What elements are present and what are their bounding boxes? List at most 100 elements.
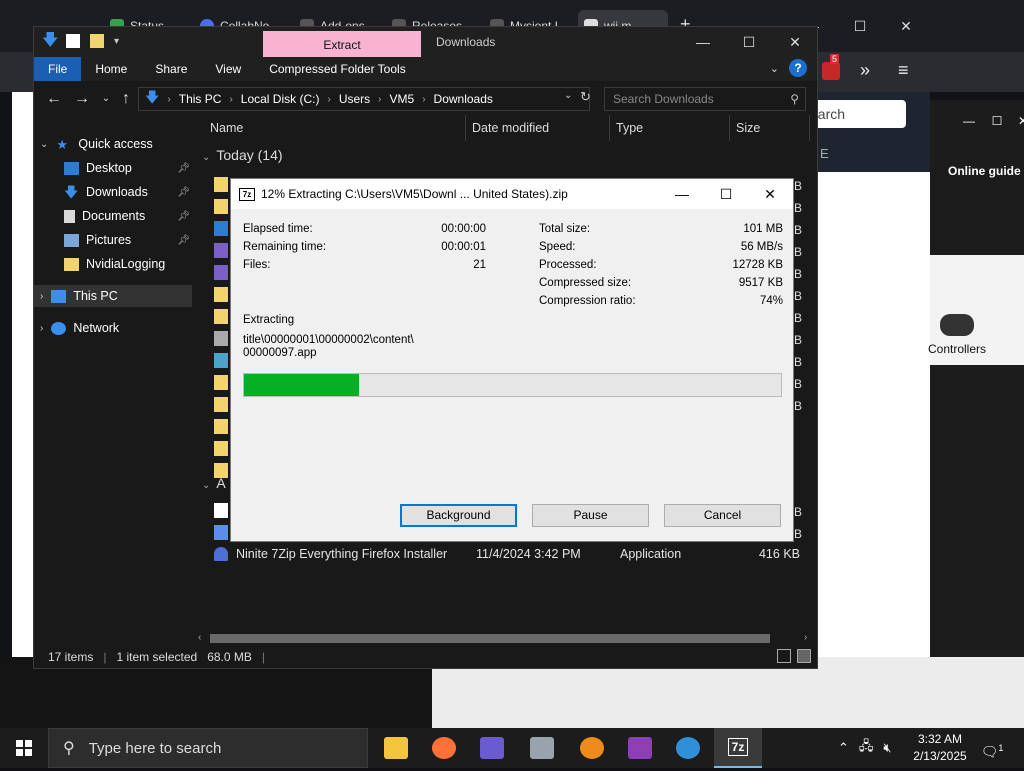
- taskbar-app[interactable]: [518, 728, 566, 768]
- column-type[interactable]: Type: [610, 115, 730, 141]
- nav-quick-access[interactable]: ⌄ ★ Quick access: [34, 133, 192, 155]
- operation-label: Extracting: [243, 314, 295, 326]
- search-downloads-input[interactable]: Search Downloads ⚲: [604, 87, 806, 111]
- expand-chevron-icon[interactable]: ⌄: [40, 139, 48, 150]
- taskbar-file-explorer[interactable]: [372, 728, 420, 768]
- taskbar-app[interactable]: [468, 728, 516, 768]
- pause-button[interactable]: Pause: [532, 504, 649, 527]
- scroll-right-icon[interactable]: ›: [804, 630, 807, 646]
- details-view-icon[interactable]: [777, 649, 791, 663]
- address-dropdown-icon[interactable]: ⌄: [564, 90, 572, 101]
- taskbar-dolphin[interactable]: [664, 728, 712, 768]
- zip-file-icon[interactable]: [214, 199, 228, 214]
- tab-view[interactable]: View: [201, 57, 255, 81]
- nav-this-pc[interactable]: › This PC: [34, 285, 192, 307]
- extensions-overflow-icon[interactable]: »: [860, 60, 870, 81]
- show-hidden-icons-icon[interactable]: ⌃: [838, 740, 849, 756]
- back-arrow-icon[interactable]: ←: [44, 89, 64, 109]
- close-button[interactable]: ✕: [772, 29, 818, 55]
- app-file-icon[interactable]: [214, 243, 228, 258]
- forward-arrow-icon[interactable]: →: [72, 89, 92, 109]
- browser-menu-icon[interactable]: ≡: [898, 60, 909, 81]
- scroll-left-icon[interactable]: ‹: [198, 630, 201, 646]
- folder-icon[interactable]: [214, 397, 228, 412]
- group-header-today[interactable]: ⌄ Today (14): [202, 147, 283, 163]
- refresh-icon[interactable]: ↻: [580, 89, 591, 105]
- tab-share[interactable]: Share: [141, 57, 201, 81]
- zip-file-icon[interactable]: [214, 177, 228, 192]
- side-maximize-button[interactable]: ☐: [986, 110, 1008, 132]
- processed-label: Processed:: [539, 259, 597, 271]
- taskbar-search-app[interactable]: [568, 728, 616, 768]
- app-file-icon[interactable]: [214, 265, 228, 280]
- browser-close-button[interactable]: ✕: [894, 14, 918, 38]
- group-header-a[interactable]: ⌄ A: [202, 475, 226, 491]
- online-guide-link[interactable]: Online guide: [948, 164, 1021, 178]
- app-file-icon[interactable]: [214, 353, 228, 368]
- properties-icon[interactable]: [66, 34, 80, 48]
- expand-chevron-icon[interactable]: ›: [40, 291, 43, 302]
- taskbar-search-box[interactable]: ⚲ Type here to search: [48, 728, 368, 768]
- address-bar[interactable]: 🡇 › This PC › Local Disk (C:) › Users › …: [138, 87, 590, 111]
- taskbar-app[interactable]: [616, 728, 664, 768]
- breadcrumb-this-pc[interactable]: This PC: [179, 92, 222, 106]
- tab-home[interactable]: Home: [81, 57, 141, 81]
- recent-locations-icon[interactable]: ⌄: [96, 89, 116, 109]
- nav-downloads[interactable]: 🡇 Downloads 📌︎: [34, 181, 192, 203]
- breadcrumb-users[interactable]: Users: [339, 92, 370, 106]
- background-button[interactable]: Background: [400, 504, 517, 527]
- breadcrumb-downloads[interactable]: Downloads: [434, 92, 493, 106]
- breadcrumb-local-disk[interactable]: Local Disk (C:): [241, 92, 320, 106]
- network-icon[interactable]: 🖧︎: [859, 737, 874, 759]
- volume-muted-icon[interactable]: 🔇︎: [883, 740, 891, 756]
- up-arrow-icon[interactable]: ↑: [116, 89, 136, 109]
- table-row[interactable]: Ninite 7Zip Everything Firefox Installer…: [210, 543, 810, 565]
- file-icon[interactable]: [214, 503, 228, 518]
- dialog-close-button[interactable]: ✕: [747, 179, 793, 209]
- side-minimize-button[interactable]: —: [958, 110, 980, 132]
- app-file-icon[interactable]: [214, 221, 228, 236]
- extract-contextual-tab[interactable]: Extract: [263, 31, 421, 57]
- dialog-maximize-button[interactable]: ☐: [703, 179, 749, 209]
- app-file-icon[interactable]: [214, 525, 228, 540]
- extension-icon[interactable]: [822, 62, 840, 80]
- column-name[interactable]: Name: [204, 115, 466, 141]
- taskbar-7zip[interactable]: 7z: [714, 728, 762, 768]
- zip-file-icon[interactable]: [214, 287, 228, 302]
- help-icon[interactable]: ?: [789, 59, 807, 77]
- controllers-tile[interactable]: Controllers: [922, 310, 992, 370]
- column-size[interactable]: Size: [730, 115, 810, 141]
- folder-icon[interactable]: [214, 375, 228, 390]
- nav-desktop[interactable]: Desktop 📌︎: [34, 157, 192, 179]
- cancel-button[interactable]: Cancel: [664, 504, 781, 527]
- folder-icon[interactable]: [214, 419, 228, 434]
- scrollbar-thumb[interactable]: [210, 634, 770, 643]
- notifications-button[interactable]: 🗨︎1: [980, 736, 1004, 760]
- expand-chevron-icon[interactable]: ›: [40, 323, 43, 334]
- tab-file[interactable]: File: [34, 57, 82, 81]
- nav-nvidialogging[interactable]: NvidiaLogging: [34, 253, 192, 275]
- minimize-button[interactable]: —: [680, 29, 726, 55]
- tab-compressed-folder-tools[interactable]: Compressed Folder Tools: [255, 57, 420, 81]
- folder-icon[interactable]: [214, 441, 228, 456]
- taskbar-firefox[interactable]: [420, 728, 468, 768]
- nav-network[interactable]: › Network: [34, 317, 192, 339]
- dialog-minimize-button[interactable]: —: [659, 179, 705, 209]
- nav-documents[interactable]: Documents 📌︎: [34, 205, 192, 227]
- column-date-modified[interactable]: Date modified: [466, 115, 610, 141]
- horizontal-scrollbar[interactable]: ‹ ›: [194, 630, 816, 646]
- new-folder-icon[interactable]: [90, 34, 104, 48]
- taskbar-clock[interactable]: 3:32 AM 2/13/2025: [905, 731, 975, 765]
- expand-ribbon-icon[interactable]: ⌄: [770, 62, 779, 75]
- installer-file-icon[interactable]: [214, 331, 228, 346]
- maximize-button[interactable]: ☐: [726, 29, 772, 55]
- large-icons-view-icon[interactable]: [797, 649, 811, 663]
- download-arrow-icon[interactable]: 🡇: [42, 33, 58, 49]
- start-button[interactable]: [0, 728, 48, 768]
- zip-file-icon[interactable]: [214, 309, 228, 324]
- side-close-button[interactable]: ✕: [1012, 110, 1024, 132]
- browser-maximize-button[interactable]: ☐: [848, 14, 872, 38]
- breadcrumb-vm5[interactable]: VM5: [390, 92, 415, 106]
- customize-toolbar-icon[interactable]: ▾: [114, 36, 119, 47]
- nav-pictures[interactable]: Pictures 📌︎: [34, 229, 192, 251]
